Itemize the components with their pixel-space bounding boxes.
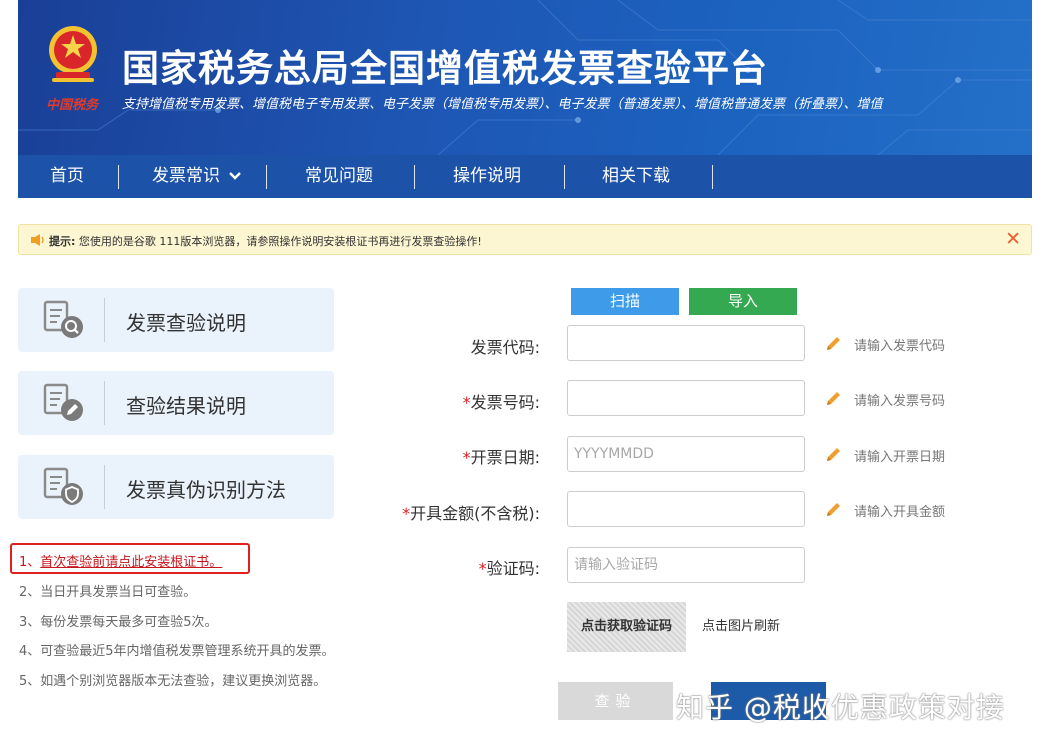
card-divider — [104, 465, 105, 509]
invoice-code-input[interactable] — [567, 325, 805, 361]
captcha-input[interactable] — [567, 547, 805, 583]
close-icon[interactable]: ✕ — [1005, 229, 1021, 249]
notice-prefix: 提示: — [49, 235, 76, 248]
emblem-caption: 中国税务 — [46, 98, 99, 113]
card-check-result-guide[interactable]: 查验结果说明 — [18, 371, 334, 435]
note-item: 5、如遇个别浏览器版本无法查验，建议更换浏览器。 — [19, 674, 327, 689]
invoice-number-input[interactable] — [567, 380, 805, 416]
site-subtitle: 支持增值税专用发票、增值税电子专用发票、电子发票（增值税专用发票）、电子发票（普… — [122, 97, 883, 112]
amount-hint: 请输入开具金额 — [854, 505, 946, 520]
refresh-captcha-link[interactable]: 点击图片刷新 — [702, 615, 780, 634]
note-item: 3、每份发票每天最多可查验5次。 — [19, 615, 218, 630]
chevron-down-icon — [229, 172, 242, 180]
card-label: 查验结果说明 — [126, 394, 246, 418]
required-mark: * — [462, 448, 471, 467]
captcha-label-text: 验证码: — [486, 559, 540, 578]
note-item-certificate: 1、首次查验前请点此安装根证书。 — [19, 551, 222, 570]
note-item: 2、当日开具发票当日可查验。 — [19, 585, 197, 600]
pencil-icon — [827, 337, 840, 350]
captcha-image[interactable]: 点击获取验证码 — [567, 602, 686, 652]
invoice-number-label-text: 发票号码: — [470, 393, 540, 412]
browser-notice: 提示: 您使用的是谷歌 111版本浏览器，请参照操作说明安装根证书再进行发票查验… — [18, 224, 1032, 255]
invoice-number-label: *发票号码: — [360, 389, 540, 413]
card-divider — [104, 298, 105, 342]
issue-date-label: *开票日期: — [360, 444, 540, 468]
notice-message: 您使用的是谷歌 111版本浏览器，请参照操作说明安装根证书再进行发票查验操作! — [78, 235, 482, 248]
nav-item-home[interactable]: 首页 — [50, 155, 84, 198]
captcha-label: *验证码: — [360, 555, 540, 579]
required-mark: * — [402, 504, 411, 523]
nav-item-label: 发票常识 — [152, 166, 220, 186]
speaker-icon — [31, 234, 44, 246]
pencil-icon — [827, 448, 840, 461]
notice-text: 提示: 您使用的是谷歌 111版本浏览器，请参照操作说明安装根证书再进行发票查验… — [49, 233, 482, 249]
card-divider — [104, 381, 105, 425]
nav-divider — [564, 165, 565, 189]
pencil-icon — [827, 392, 840, 405]
main-nav: 首页 发票常识 常见问题 操作说明 相关下载 — [18, 155, 1032, 198]
nav-divider — [266, 165, 267, 189]
issue-date-label-text: 开票日期: — [470, 448, 540, 467]
required-mark: * — [462, 393, 471, 412]
import-button[interactable]: 导入 — [689, 288, 797, 315]
tax-emblem-icon — [49, 26, 97, 82]
query-button[interactable]: 查验 — [558, 682, 673, 720]
card-label: 发票查验说明 — [126, 311, 246, 335]
issue-date-hint: 请输入开票日期 — [854, 450, 946, 465]
install-certificate-link[interactable]: 首次查验前请点此安装根证书。 — [40, 555, 222, 570]
doc-shield-icon — [43, 467, 83, 505]
card-label: 发票真伪识别方法 — [126, 478, 286, 502]
nav-item-faq[interactable]: 常见问题 — [305, 155, 373, 198]
nav-item-downloads[interactable]: 相关下载 — [602, 155, 670, 198]
pencil-icon — [827, 503, 840, 516]
nav-item-invoice-knowledge[interactable]: 发票常识 — [152, 155, 242, 198]
amount-label-text: 开具金额(不含税): — [410, 504, 540, 523]
nav-item-instructions[interactable]: 操作说明 — [453, 155, 521, 198]
invoice-number-hint: 请输入发票号码 — [854, 394, 946, 409]
doc-edit-icon — [43, 383, 83, 421]
doc-search-icon — [43, 300, 83, 338]
site-title: 国家税务总局全国增值税发票查验平台 — [122, 47, 768, 90]
nav-divider — [712, 165, 713, 189]
note-item: 4、可查验最近5年内增值税发票管理系统开具的发票。 — [19, 644, 335, 659]
invoice-code-label: 发票代码: — [470, 338, 540, 357]
invoice-code-hint: 请输入发票代码 — [854, 339, 946, 354]
amount-label: *开具金额(不含税): — [360, 500, 540, 524]
required-mark: * — [478, 559, 487, 578]
card-invoice-check-guide[interactable]: 发票查验说明 — [18, 288, 334, 352]
header-banner: 中国税务 国家税务总局全国增值税发票查验平台 支持增值税专用发票、增值税电子专用… — [18, 0, 1032, 155]
card-authenticity-method[interactable]: 发票真伪识别方法 — [18, 455, 334, 519]
nav-divider — [414, 165, 415, 189]
watermark-text: 知乎 @税收优惠政策对接 — [676, 691, 1005, 724]
issue-date-input[interactable] — [567, 436, 805, 472]
scan-button[interactable]: 扫描 — [571, 288, 679, 315]
amount-input[interactable] — [567, 491, 805, 527]
note-index: 1、 — [19, 555, 41, 570]
nav-divider — [118, 165, 119, 189]
